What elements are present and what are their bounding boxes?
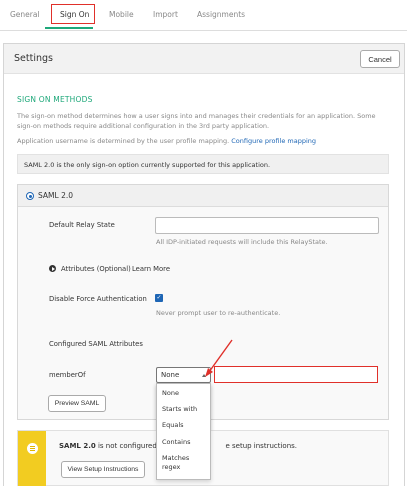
info-bar: SAML 2.0 is the only sign-on option curr… bbox=[17, 154, 389, 174]
option-matches-regex[interactable]: Matches regex bbox=[162, 454, 202, 472]
member-of-select[interactable]: None bbox=[156, 367, 211, 383]
relay-state-label: Default Relay State bbox=[49, 221, 115, 229]
annotation-highlight-tab bbox=[51, 4, 95, 24]
username-mapping-label: Application username is determined by th… bbox=[17, 137, 230, 145]
learn-more-link[interactable]: Learn More bbox=[132, 265, 170, 273]
saml-radio-label: SAML 2.0 bbox=[38, 191, 73, 200]
member-of-dropdown-overlay: None Starts with Equals Contains Matches… bbox=[156, 383, 211, 480]
tab-assignments[interactable]: Assignments bbox=[197, 10, 245, 19]
saml-radio[interactable] bbox=[26, 192, 34, 200]
list-icon bbox=[27, 443, 38, 454]
warning-text-strong: SAML 2.0 bbox=[59, 442, 96, 450]
disable-force-auth-checkbox[interactable]: ✓ bbox=[155, 294, 163, 302]
warning-text-end: e setup instructions. bbox=[225, 442, 298, 450]
cancel-button[interactable]: Cancel bbox=[360, 50, 400, 68]
tab-mobile[interactable]: Mobile bbox=[109, 10, 134, 19]
section-title: SIGN ON METHODS bbox=[17, 95, 93, 104]
option-starts-with[interactable]: Starts with bbox=[162, 405, 197, 414]
relay-state-help: All IDP-initiated requests will include … bbox=[156, 238, 328, 246]
expand-arrow-icon[interactable] bbox=[49, 265, 56, 272]
disable-force-auth-help: Never prompt user to re-authenticate. bbox=[156, 309, 281, 317]
preview-saml-button[interactable]: Preview SAML bbox=[48, 395, 106, 412]
panel-header: Settings Cancel bbox=[4, 44, 404, 74]
option-none[interactable]: None bbox=[162, 389, 179, 398]
warning-text-middle: is not configured u bbox=[97, 442, 164, 450]
username-mapping-text: Application username is determined by th… bbox=[17, 137, 316, 145]
panel-title: Settings bbox=[14, 53, 53, 64]
configured-attributes-label: Configured SAML Attributes bbox=[49, 340, 143, 348]
view-setup-instructions-button[interactable]: View Setup Instructions bbox=[61, 461, 145, 478]
warning-sidebar bbox=[18, 431, 46, 486]
option-equals[interactable]: Equals bbox=[162, 421, 184, 430]
tab-general[interactable]: General bbox=[10, 10, 40, 19]
sign-on-description: The sign-on method determines how a user… bbox=[17, 112, 376, 130]
member-of-selected-value: None bbox=[161, 371, 180, 379]
member-of-value-input[interactable] bbox=[214, 366, 378, 383]
tab-import[interactable]: Import bbox=[153, 10, 178, 19]
relay-state-input[interactable] bbox=[155, 217, 379, 234]
disable-force-auth-label: Disable Force Authentication bbox=[49, 295, 147, 303]
attributes-label[interactable]: Attributes (Optional) bbox=[61, 265, 131, 273]
member-of-label: memberOf bbox=[49, 371, 86, 379]
option-contains[interactable]: Contains bbox=[162, 438, 190, 447]
saml-header: SAML 2.0 bbox=[18, 185, 388, 207]
tab-bar: General Sign On Mobile Import Assignment… bbox=[0, 0, 407, 31]
caret-up-icon bbox=[202, 374, 206, 377]
configure-profile-mapping-link[interactable]: Configure profile mapping bbox=[231, 137, 316, 145]
active-tab-indicator bbox=[45, 27, 93, 29]
